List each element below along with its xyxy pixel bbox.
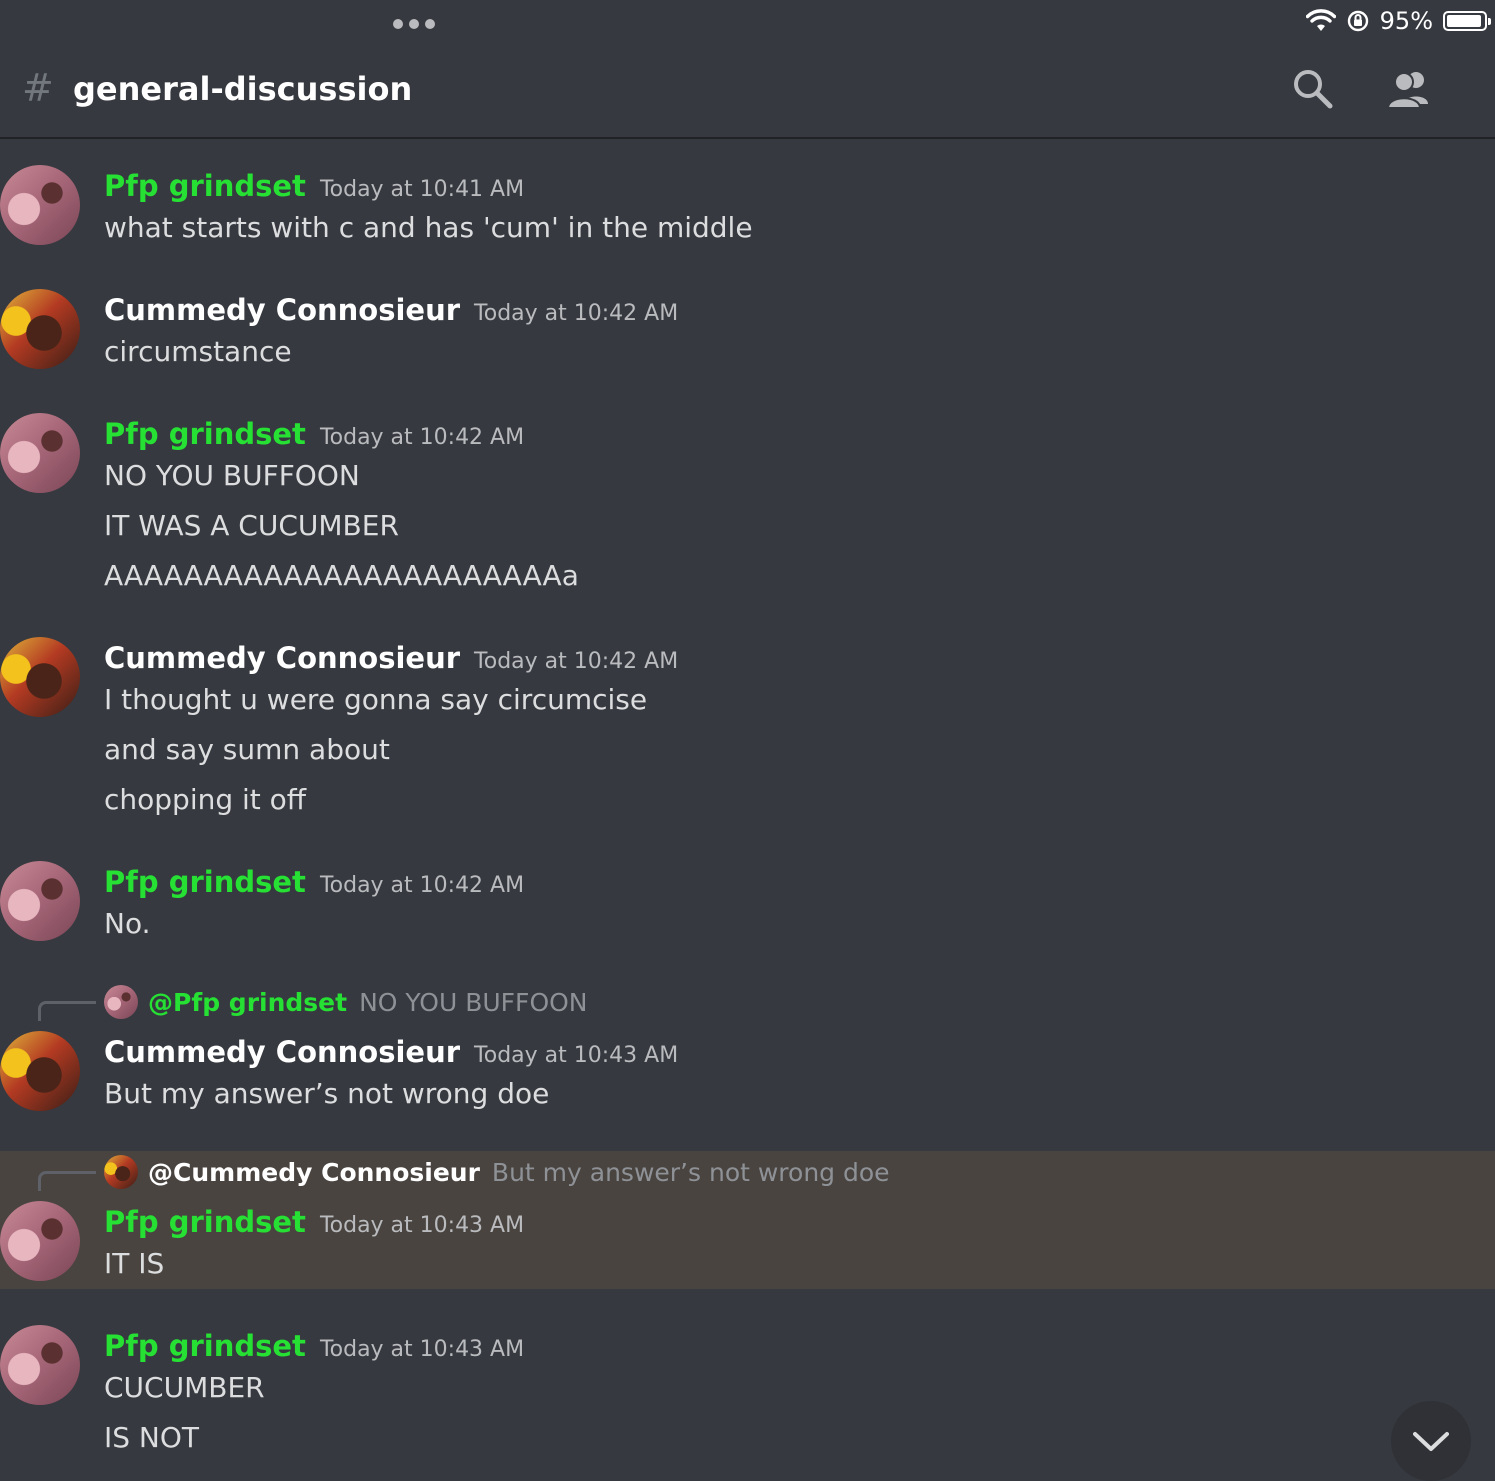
author-name[interactable]: Pfp grindset	[104, 865, 306, 899]
reply-text: But my answer’s not wrong doe	[491, 1157, 890, 1187]
timestamp: Today at 10:41 AM	[319, 177, 525, 202]
reply-author[interactable]: @Cummedy Connosieur	[148, 1158, 480, 1187]
message-line: But my answer’s not wrong doe	[104, 1077, 550, 1110]
reply-reference[interactable]: @Cummedy Connosieur But my answer’s not …	[104, 1155, 890, 1189]
timestamp: Today at 10:43 AM	[319, 1337, 525, 1362]
message[interactable]: Pfp grindset Today at 10:42 AM NO YOU BUF…	[0, 413, 1495, 613]
reply-avatar	[104, 985, 138, 1019]
author-name[interactable]: Pfp grindset	[104, 169, 306, 203]
author-name[interactable]: Cummedy Connosieur	[104, 293, 460, 327]
channel-hash-icon: #	[22, 66, 54, 110]
message[interactable]: Cummedy Connosieur Today at 10:42 AM I th…	[0, 637, 1495, 837]
timestamp: Today at 10:42 AM	[319, 873, 525, 898]
message-line: and say sumn about	[104, 733, 390, 766]
avatar[interactable]	[0, 1325, 80, 1405]
message-line: CUCUMBER	[104, 1371, 265, 1404]
message-line: AAAAAAAAAAAAAAAAAAAAAAAa	[104, 559, 579, 592]
avatar[interactable]	[0, 165, 80, 245]
status-indicators: 95%	[1305, 4, 1491, 38]
reply-avatar	[104, 1155, 138, 1189]
message-list[interactable]: Pfp grindset Today at 10:41 AM what start…	[0, 141, 1495, 1468]
avatar[interactable]	[0, 1031, 80, 1111]
author-name[interactable]: Cummedy Connosieur	[104, 641, 460, 675]
message[interactable]: @Pfp grindset NO YOU BUFFOON Cummedy Con…	[0, 981, 1495, 1131]
message-line: IT WAS A CUCUMBER	[104, 509, 399, 542]
avatar[interactable]	[0, 289, 80, 369]
channel-name[interactable]: general-discussion	[73, 70, 412, 108]
members-icon[interactable]	[1386, 68, 1434, 110]
message-line: what starts with c and has 'cum' in the …	[104, 211, 753, 244]
rotation-lock-icon	[1347, 10, 1368, 32]
message[interactable]: Pfp grindset Today at 10:42 AM No.	[0, 861, 1495, 961]
message-line: No.	[104, 907, 151, 940]
timestamp: Today at 10:43 AM	[474, 1043, 679, 1068]
message-mention-highlight[interactable]: @Cummedy Connosieur But my answer’s not …	[0, 1151, 1495, 1289]
status-bar: 95%	[0, 0, 1495, 50]
battery-percent: 95%	[1379, 7, 1433, 35]
reply-text: NO YOU BUFFOON	[359, 987, 588, 1017]
avatar[interactable]	[0, 861, 80, 941]
battery-icon	[1443, 11, 1491, 31]
search-icon[interactable]	[1292, 68, 1334, 110]
message-line: chopping it off	[104, 783, 307, 816]
message[interactable]: Pfp grindset Today at 10:43 AM CUCUMBER I…	[0, 1325, 1495, 1468]
timestamp: Today at 10:42 AM	[474, 649, 679, 674]
jump-to-bottom-button[interactable]	[1391, 1401, 1471, 1481]
timestamp: Today at 10:43 AM	[319, 1213, 525, 1238]
timestamp: Today at 10:42 AM	[474, 301, 679, 326]
message[interactable]: Pfp grindset Today at 10:41 AM what start…	[0, 165, 1495, 265]
message-line: IT IS	[104, 1247, 165, 1280]
chevron-down-icon	[1413, 1432, 1449, 1451]
author-name[interactable]: Pfp grindset	[104, 1329, 306, 1363]
message-line: NO YOU BUFFOON	[104, 459, 360, 492]
avatar[interactable]	[0, 413, 80, 493]
author-name[interactable]: Cummedy Connosieur	[104, 1035, 460, 1069]
timestamp: Today at 10:42 AM	[319, 425, 525, 450]
message-line: IS NOT	[104, 1421, 200, 1454]
avatar[interactable]	[0, 1201, 80, 1281]
multitasking-dots-icon[interactable]	[393, 19, 435, 29]
reply-author[interactable]: @Pfp grindset	[148, 988, 347, 1017]
author-name[interactable]: Pfp grindset	[104, 417, 306, 451]
wifi-icon	[1305, 9, 1336, 31]
avatar[interactable]	[0, 637, 80, 717]
message-line: circumstance	[104, 335, 292, 368]
reply-spine	[38, 1171, 96, 1191]
channel-header: # general-discussion	[0, 50, 1495, 139]
reply-reference[interactable]: @Pfp grindset NO YOU BUFFOON	[104, 985, 588, 1019]
message[interactable]: Cummedy Connosieur Today at 10:42 AM circ…	[0, 289, 1495, 389]
author-name[interactable]: Pfp grindset	[104, 1205, 306, 1239]
reply-spine	[38, 1001, 96, 1021]
message-line: I thought u were gonna say circumcise	[104, 683, 648, 716]
